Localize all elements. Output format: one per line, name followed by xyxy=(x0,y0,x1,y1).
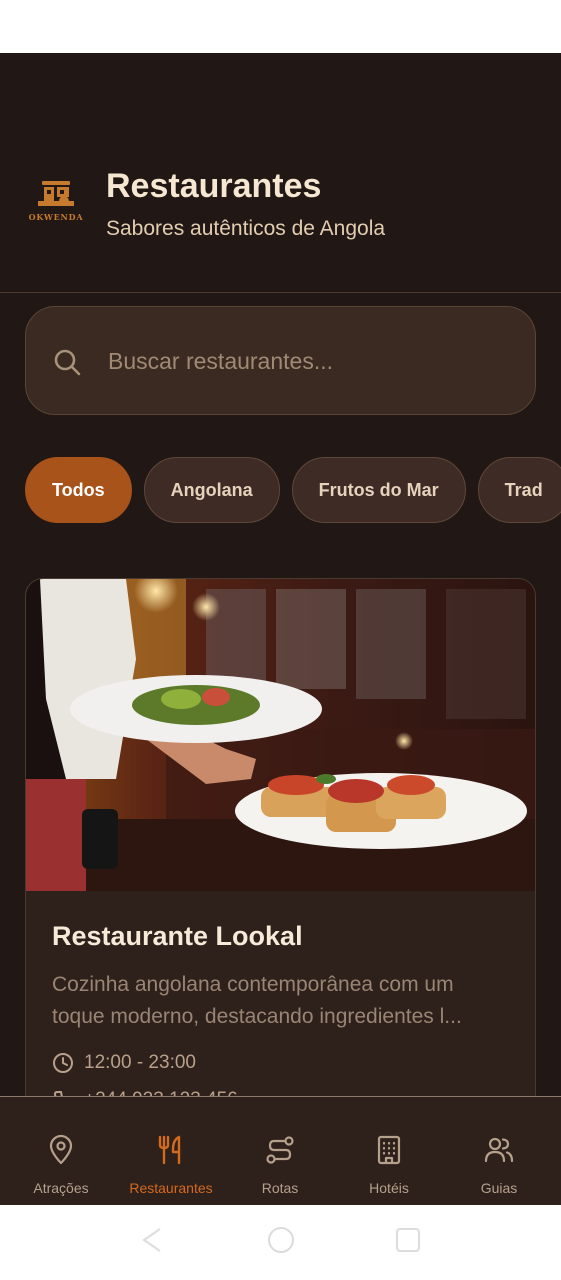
restaurant-description-line-2: toque moderno, destacando ingredientes l… xyxy=(52,1005,462,1028)
page-title: Restaurantes xyxy=(106,167,322,205)
building-icon xyxy=(373,1134,405,1166)
app-screen: OKWENDA Restaurantes Sabores autênticos … xyxy=(0,53,561,1205)
filter-chip-angolana[interactable]: Angolana xyxy=(143,457,280,523)
recents-icon[interactable] xyxy=(394,1225,422,1260)
search-bar[interactable] xyxy=(25,306,536,415)
nav-label-rotas: Rotas xyxy=(261,1180,299,1196)
nav-item-guias[interactable]: Guias xyxy=(443,1097,555,1205)
nav-item-hoteis[interactable]: Hotéis xyxy=(333,1097,445,1205)
category-filters: Todos Angolana Frutos do Mar Trad xyxy=(25,457,561,523)
restaurant-name: Restaurante Lookal xyxy=(52,921,303,951)
logo-wordmark: OKWENDA xyxy=(28,212,84,222)
nav-label-hoteis: Hotéis xyxy=(369,1180,409,1196)
system-navigation-bar xyxy=(0,1205,561,1280)
nav-label-guias: Guias xyxy=(480,1180,518,1196)
users-icon xyxy=(483,1134,515,1166)
opening-hours-text: 12:00 - 23:00 xyxy=(84,1052,196,1073)
nav-label-atracoes: Atrações xyxy=(33,1180,89,1196)
filter-chip-todos[interactable]: Todos xyxy=(25,457,132,523)
search-icon xyxy=(52,347,82,377)
restaurant-description: Cozinha angolana contemporânea com um to… xyxy=(52,969,517,1033)
filter-chip-tradicional[interactable]: Trad xyxy=(477,457,561,523)
route-icon xyxy=(264,1134,296,1166)
page-subtitle: Sabores autênticos de Angola xyxy=(106,217,386,240)
nav-item-atracoes[interactable]: Atrações xyxy=(5,1097,117,1205)
search-input[interactable] xyxy=(108,337,508,385)
utensils-icon xyxy=(155,1134,187,1166)
nav-item-restaurantes[interactable]: Restaurantes xyxy=(115,1097,227,1205)
page-header: OKWENDA Restaurantes Sabores autênticos … xyxy=(0,53,561,293)
opening-hours: 12:00 - 23:00 xyxy=(52,1052,196,1074)
bottom-navigation: Atrações Restaurantes Rotas Hotéis Guias xyxy=(0,1096,561,1205)
nav-item-rotas[interactable]: Rotas xyxy=(224,1097,336,1205)
restaurant-photo xyxy=(26,579,535,891)
restaurant-card[interactable]: Restaurante Lookal Cozinha angolana cont… xyxy=(25,578,536,1138)
home-icon[interactable] xyxy=(266,1225,296,1260)
restaurant-description-line-1: Cozinha angolana contemporânea com um xyxy=(52,973,454,996)
map-pin-icon xyxy=(45,1134,77,1166)
okwenda-logo: OKWENDA xyxy=(24,177,88,227)
back-icon[interactable] xyxy=(138,1225,166,1260)
status-bar xyxy=(0,0,561,53)
clock-icon xyxy=(53,1053,73,1073)
filter-chip-frutos-do-mar[interactable]: Frutos do Mar xyxy=(291,457,466,523)
nav-label-restaurantes: Restaurantes xyxy=(129,1180,213,1196)
